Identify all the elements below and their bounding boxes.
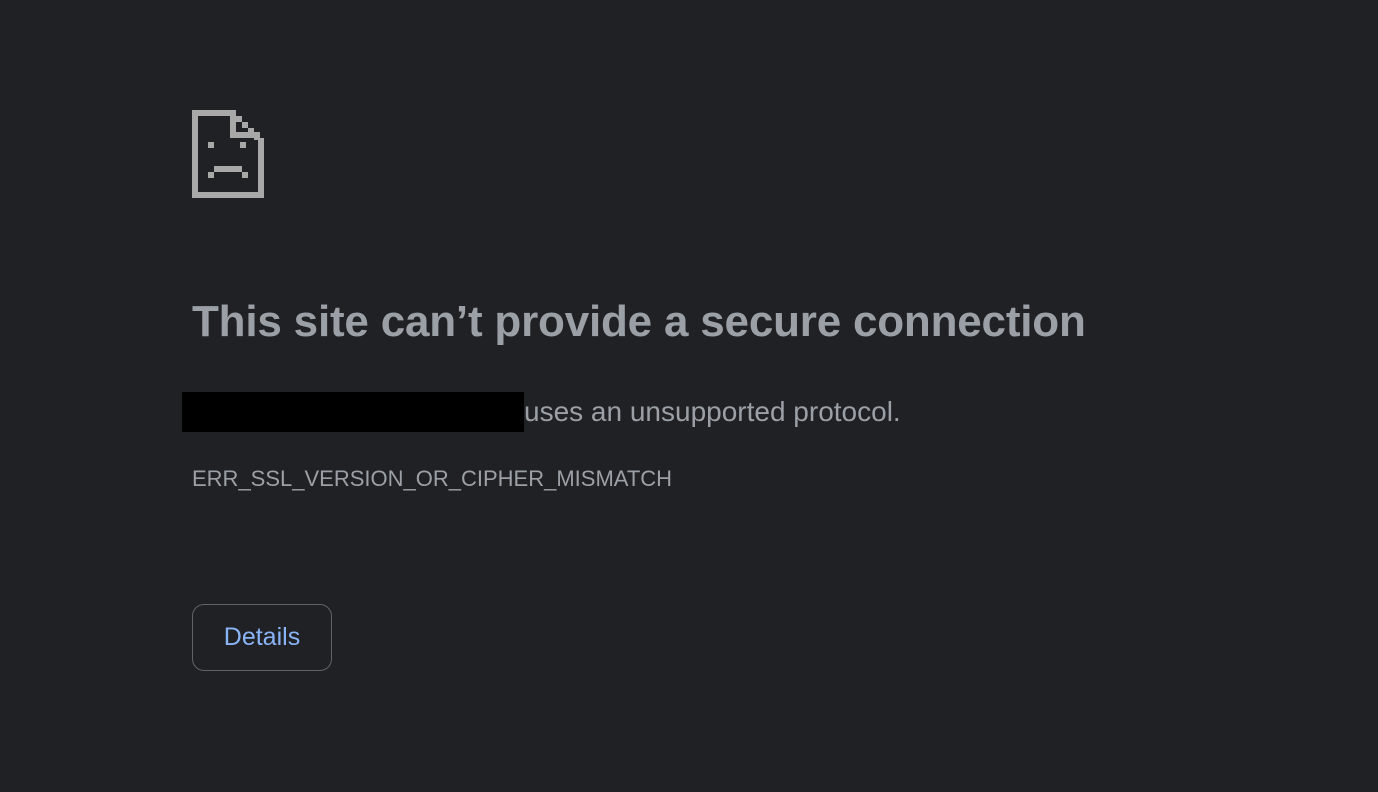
redacted-site-name bbox=[182, 392, 524, 432]
details-button[interactable]: Details bbox=[192, 604, 332, 671]
error-code: ERR_SSL_VERSION_OR_CIPHER_MISMATCH bbox=[192, 466, 673, 491]
error-summary: uses an unsupported protocol. bbox=[182, 392, 901, 432]
error-summary-text: uses an unsupported protocol. bbox=[524, 396, 901, 427]
page-title: This site can’t provide a secure connect… bbox=[192, 297, 1086, 346]
sad-page-icon bbox=[192, 110, 264, 198]
